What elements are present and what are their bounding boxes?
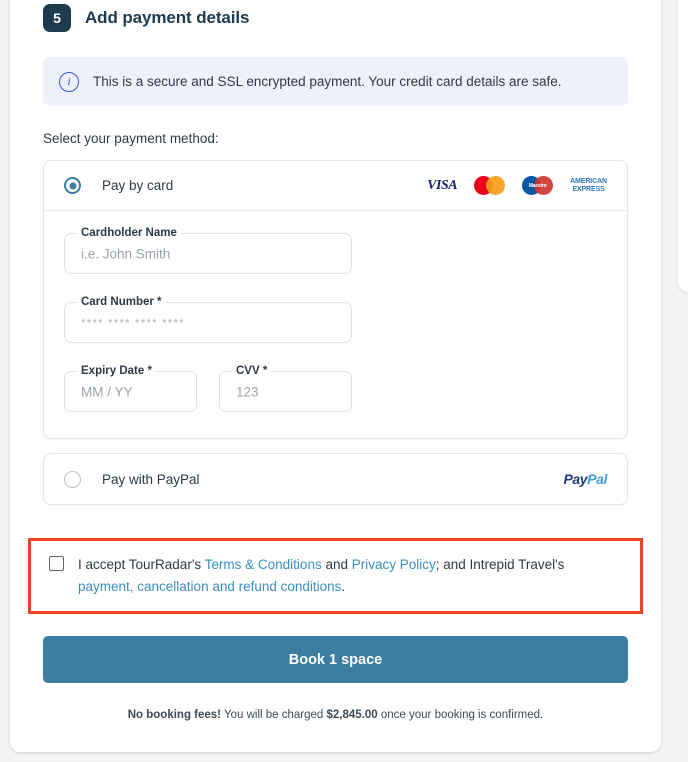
terms-prefix: I accept TourRadar's bbox=[78, 557, 205, 572]
card-number-placeholder: **** **** **** **** bbox=[81, 315, 185, 330]
visa-icon: VISA bbox=[427, 177, 458, 193]
payment-method-paypal-label: Pay with PayPal bbox=[102, 471, 200, 487]
paypal-icon: PayPal bbox=[563, 471, 607, 487]
american-express-icon: AMERICAN EXPRESS bbox=[570, 177, 607, 193]
card-number-label: Card Number * bbox=[77, 296, 166, 308]
refund-conditions-link[interactable]: payment, cancellation and refund conditi… bbox=[78, 579, 341, 594]
payment-method-paypal-box[interactable]: Pay with PayPal PayPal bbox=[43, 453, 628, 505]
terms-and-conditions-link[interactable]: Terms & Conditions bbox=[205, 557, 322, 572]
ssl-info-banner: i This is a secure and SSL encrypted pay… bbox=[43, 57, 628, 106]
cvv-placeholder: 123 bbox=[236, 384, 259, 399]
terms-mid-1: and bbox=[321, 557, 352, 572]
terms-mid-2: ; and Intrepid Travel's bbox=[435, 557, 565, 572]
cardholder-name-placeholder: i.e. John Smith bbox=[81, 246, 171, 261]
terms-acceptance-row[interactable]: I accept TourRadar's Terms & Conditions … bbox=[49, 554, 622, 598]
terms-checkbox[interactable] bbox=[49, 556, 64, 571]
payment-step-card: 5 Add payment details i This is a secure… bbox=[10, 0, 661, 752]
card-details-form: Cardholder Name i.e. John Smith Card Num… bbox=[44, 211, 627, 438]
checkout-page: 5 Add payment details i This is a secure… bbox=[0, 0, 688, 762]
ssl-info-text: This is a secure and SSL encrypted payme… bbox=[93, 74, 562, 89]
cvv-label: CVV * bbox=[232, 365, 272, 377]
terms-text: I accept TourRadar's Terms & Conditions … bbox=[78, 554, 622, 598]
info-circle-icon: i bbox=[59, 71, 79, 92]
radio-pay-by-card[interactable] bbox=[64, 177, 81, 194]
expiry-cvv-row: Expiry Date * MM / YY CVV * 123 bbox=[64, 365, 607, 412]
expiry-date-field[interactable]: Expiry Date * MM / YY bbox=[64, 365, 197, 412]
charge-text-mid: You will be charged bbox=[221, 709, 327, 721]
step-header: 5 Add payment details bbox=[43, 0, 628, 32]
cvv-field[interactable]: CVV * 123 bbox=[219, 365, 352, 412]
cardholder-name-field[interactable]: Cardholder Name i.e. John Smith bbox=[64, 227, 352, 274]
page-title: Add payment details bbox=[85, 8, 250, 27]
payment-method-card-row[interactable]: Pay by card VISA Maestro AMERICAN EXPRES… bbox=[44, 161, 627, 211]
card-number-field[interactable]: Card Number * **** **** **** **** bbox=[64, 296, 352, 343]
no-booking-fees-label: No booking fees! bbox=[127, 709, 222, 721]
select-payment-method-label: Select your payment method: bbox=[43, 131, 219, 146]
expiry-date-label: Expiry Date * bbox=[77, 365, 156, 377]
card-brand-logos: VISA Maestro AMERICAN EXPRESS bbox=[427, 176, 607, 195]
book-space-button[interactable]: Book 1 space bbox=[43, 636, 628, 683]
mastercard-icon bbox=[474, 176, 506, 195]
booking-fee-note: No booking fees! You will be charged $2,… bbox=[43, 709, 628, 721]
cardholder-name-label: Cardholder Name bbox=[77, 227, 181, 239]
privacy-policy-link[interactable]: Privacy Policy bbox=[352, 557, 436, 572]
expiry-date-placeholder: MM / YY bbox=[81, 384, 133, 399]
charge-amount: $2,845.00 bbox=[326, 709, 378, 721]
step-number-badge: 5 bbox=[43, 4, 71, 32]
side-panel-card bbox=[678, 0, 688, 292]
radio-pay-with-paypal[interactable] bbox=[64, 470, 81, 488]
payment-method-card-box: Pay by card VISA Maestro AMERICAN EXPRES… bbox=[43, 160, 628, 439]
maestro-icon: Maestro bbox=[522, 176, 554, 195]
charge-text-end: once your booking is confirmed. bbox=[377, 709, 544, 721]
paypal-brand-logo: PayPal bbox=[563, 471, 607, 487]
terms-suffix: . bbox=[341, 579, 346, 594]
payment-method-paypal-row[interactable]: Pay with PayPal PayPal bbox=[44, 454, 627, 504]
payment-method-card-label: Pay by card bbox=[102, 178, 174, 193]
terms-highlight-box: I accept TourRadar's Terms & Conditions … bbox=[28, 538, 643, 614]
